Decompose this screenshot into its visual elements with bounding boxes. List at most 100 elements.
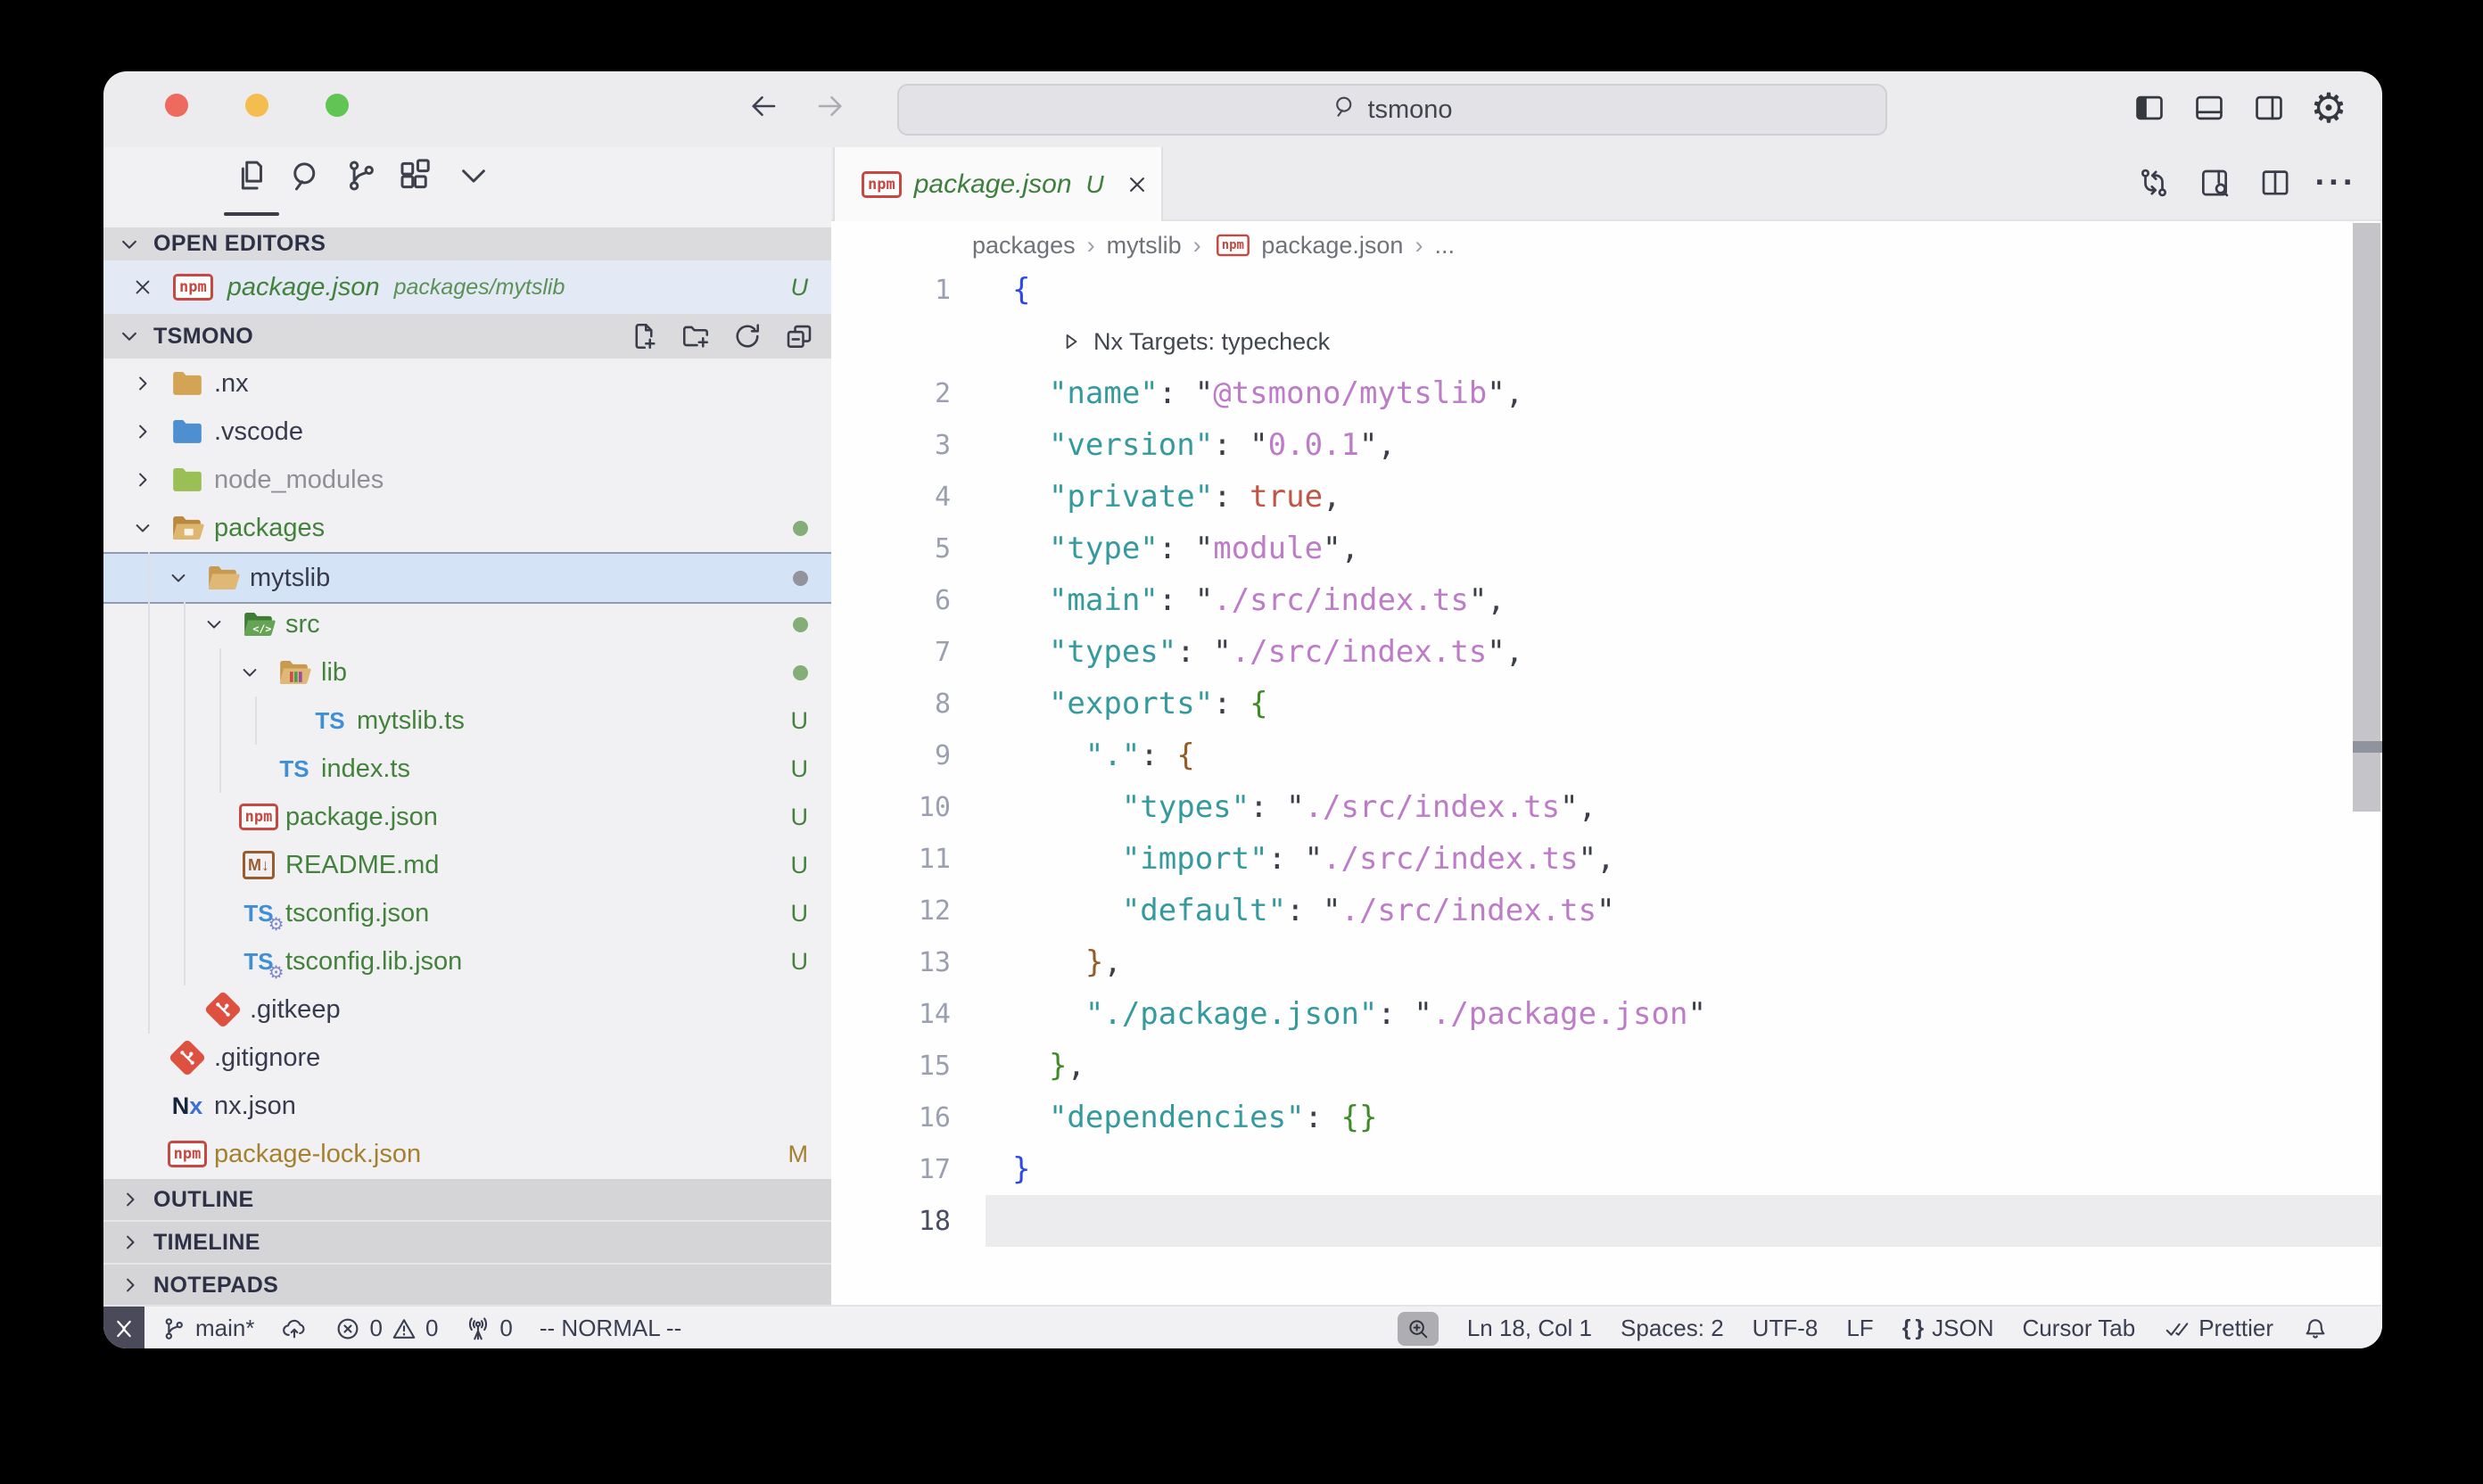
code-line-1[interactable]: 1{ xyxy=(831,264,2382,316)
tree-item-tsconfig-lib-json[interactable]: TS⚙tsconfig.lib.jsonU xyxy=(103,937,831,985)
search-view-icon[interactable] xyxy=(286,154,326,197)
git-branch-status[interactable]: main* xyxy=(161,1315,254,1342)
tree-item--nx[interactable]: .nx xyxy=(103,359,831,408)
tree-item--vscode[interactable]: .vscode xyxy=(103,408,831,456)
tree-item-readme-md[interactable]: M↓README.mdU xyxy=(103,841,831,889)
code-line-7[interactable]: 7 "types": "./src/index.ts", xyxy=(831,626,2382,678)
tree-item-src[interactable]: </>src xyxy=(103,600,831,648)
tab-package-json[interactable]: npm package.json U xyxy=(833,147,1163,221)
toggle-secondary-sidebar-icon[interactable] xyxy=(2251,88,2287,128)
problems-status[interactable]: 00 xyxy=(334,1315,438,1342)
cursor-position[interactable]: Ln 18, Col 1 xyxy=(1467,1315,1592,1342)
tree-item--gitignore[interactable]: .gitignore xyxy=(103,1034,831,1082)
close-tab-icon[interactable] xyxy=(1124,171,1151,198)
chevron-right-icon[interactable] xyxy=(130,419,155,444)
editor-scrollbar[interactable] xyxy=(2353,147,2382,1305)
open-editor-item[interactable]: npm package.json packages/mytslib U xyxy=(103,260,831,314)
notepads-section[interactable]: NOTEPADS xyxy=(103,1265,831,1307)
code-line-2[interactable]: 2 "name": "@tsmono/mytslib", xyxy=(831,367,2382,419)
navigate-forward-button[interactable] xyxy=(814,90,846,122)
navigate-back-button[interactable] xyxy=(747,90,780,122)
code-line-3[interactable]: 3 "version": "0.0.1", xyxy=(831,419,2382,471)
tree-item-package-lock-json[interactable]: npmpackage-lock.jsonM xyxy=(103,1130,831,1178)
publish-changes-button[interactable] xyxy=(281,1315,308,1342)
encoding-status[interactable]: UTF-8 xyxy=(1753,1315,1819,1342)
toggle-panel-icon[interactable] xyxy=(2191,88,2227,128)
codelens-nx-targets[interactable]: Nx Targets: typecheck xyxy=(1060,328,1330,356)
new-file-icon[interactable] xyxy=(628,320,660,352)
code-line-10[interactable]: 10 "types": "./src/index.ts", xyxy=(831,781,2382,833)
breadcrumb-item[interactable]: packages xyxy=(972,232,1076,260)
codelens-row[interactable]: Nx Targets: typecheck xyxy=(831,316,2382,367)
breadcrumb-item[interactable]: npmpackage.json xyxy=(1213,232,1404,260)
notifications-bell[interactable] xyxy=(2302,1315,2329,1342)
chevron-down-icon[interactable] xyxy=(237,660,262,685)
close-editor-icon[interactable] xyxy=(130,275,155,300)
toggle-primary-sidebar-icon[interactable] xyxy=(2132,88,2167,128)
source-control-view-icon[interactable] xyxy=(342,154,381,197)
tree-item-mytslib[interactable]: mytslib xyxy=(103,552,831,604)
breadcrumb-item[interactable]: mytslib xyxy=(1107,232,1182,260)
formatter-prettier[interactable]: Prettier xyxy=(2164,1315,2273,1342)
split-editor-icon[interactable] xyxy=(2257,163,2293,202)
tree-item-mytslib-ts[interactable]: TSmytslib.tsU xyxy=(103,697,831,745)
code-line-16[interactable]: 16 "dependencies": {} xyxy=(831,1092,2382,1143)
code-line-9[interactable]: 9 ".": { xyxy=(831,730,2382,781)
chevron-down-icon[interactable] xyxy=(166,565,191,590)
indentation-status[interactable]: Spaces: 2 xyxy=(1621,1315,1724,1342)
refresh-explorer-icon[interactable] xyxy=(731,320,763,352)
code-editor[interactable]: 1{ Nx Targets: typecheck 2 "name": "@tsmon… xyxy=(831,264,2382,1247)
tree-item-package-json[interactable]: npmpackage.jsonU xyxy=(103,793,831,841)
code-line-12[interactable]: 12 "default": "./src/index.ts" xyxy=(831,885,2382,936)
chevron-down-icon[interactable] xyxy=(202,612,227,637)
tree-item-index-ts[interactable]: TSindex.tsU xyxy=(103,745,831,793)
vim-mode-indicator[interactable]: -- NORMAL -- xyxy=(540,1315,681,1342)
explorer-section-header[interactable]: TSMONO xyxy=(103,314,831,359)
close-window-button[interactable] xyxy=(165,94,188,117)
timeline-section[interactable]: TIMELINE xyxy=(103,1222,831,1265)
open-preview-search-icon[interactable] xyxy=(2197,163,2232,202)
outline-section[interactable]: OUTLINE xyxy=(103,1179,831,1222)
chevron-right-icon[interactable] xyxy=(130,371,155,396)
chevron-down-icon[interactable] xyxy=(130,515,155,540)
code-line-17[interactable]: 17} xyxy=(831,1143,2382,1195)
new-folder-icon[interactable] xyxy=(680,320,712,352)
code-line-18[interactable]: 18 xyxy=(831,1195,2382,1247)
command-center-search[interactable]: tsmono xyxy=(897,84,1887,136)
code-line-14[interactable]: 14 "./package.json": "./package.json" xyxy=(831,988,2382,1040)
eol-status[interactable]: LF xyxy=(1846,1315,1873,1342)
code-line-15[interactable]: 15 }, xyxy=(831,1040,2382,1092)
remote-indicator[interactable] xyxy=(103,1307,144,1348)
code-line-5[interactable]: 5 "type": "module", xyxy=(831,523,2382,574)
scrollbar-slider[interactable] xyxy=(2353,223,2380,812)
extensions-view-icon[interactable] xyxy=(395,154,434,197)
code-line-11[interactable]: 11 "import": "./src/index.ts", xyxy=(831,833,2382,885)
zoom-indicator[interactable] xyxy=(1398,1312,1439,1346)
code-line-text: }, xyxy=(1012,936,1122,988)
tree-item-lib[interactable]: lib xyxy=(103,648,831,697)
tree-item-packages[interactable]: packages xyxy=(103,504,831,552)
code-line-13[interactable]: 13 }, xyxy=(831,936,2382,988)
compare-changes-icon[interactable] xyxy=(2136,163,2172,202)
chevron-down-icon[interactable] xyxy=(454,154,493,197)
tree-item--gitkeep[interactable]: .gitkeep xyxy=(103,985,831,1034)
tree-item-tsconfig-json[interactable]: TS⚙tsconfig.jsonU xyxy=(103,889,831,937)
cursor-tab-status[interactable]: Cursor Tab xyxy=(2023,1315,2136,1342)
maximize-window-button[interactable] xyxy=(326,94,349,117)
open-editors-header[interactable]: OPEN EDITORS xyxy=(103,227,831,260)
tree-item-node-modules[interactable]: node_modules xyxy=(103,456,831,504)
code-line-4[interactable]: 4 "private": true, xyxy=(831,471,2382,523)
explorer-view-icon[interactable] xyxy=(232,154,271,197)
code-line-6[interactable]: 6 "main": "./src/index.ts", xyxy=(831,574,2382,626)
collapse-folders-icon[interactable] xyxy=(783,320,815,352)
settings-gear-icon[interactable]: ⚙ xyxy=(2311,88,2347,128)
minimize-window-button[interactable] xyxy=(245,94,268,117)
breadcrumb-item[interactable]: ... xyxy=(1434,232,1455,260)
ports-status[interactable]: 0 xyxy=(465,1315,512,1342)
language-mode[interactable]: { }JSON xyxy=(1902,1315,1994,1342)
more-editor-actions-icon[interactable]: ··· xyxy=(2318,163,2354,202)
folder-icon: </> xyxy=(239,605,278,644)
chevron-right-icon[interactable] xyxy=(130,467,155,492)
code-line-8[interactable]: 8 "exports": { xyxy=(831,678,2382,730)
tree-item-nx-json[interactable]: Nxnx.json xyxy=(103,1082,831,1130)
